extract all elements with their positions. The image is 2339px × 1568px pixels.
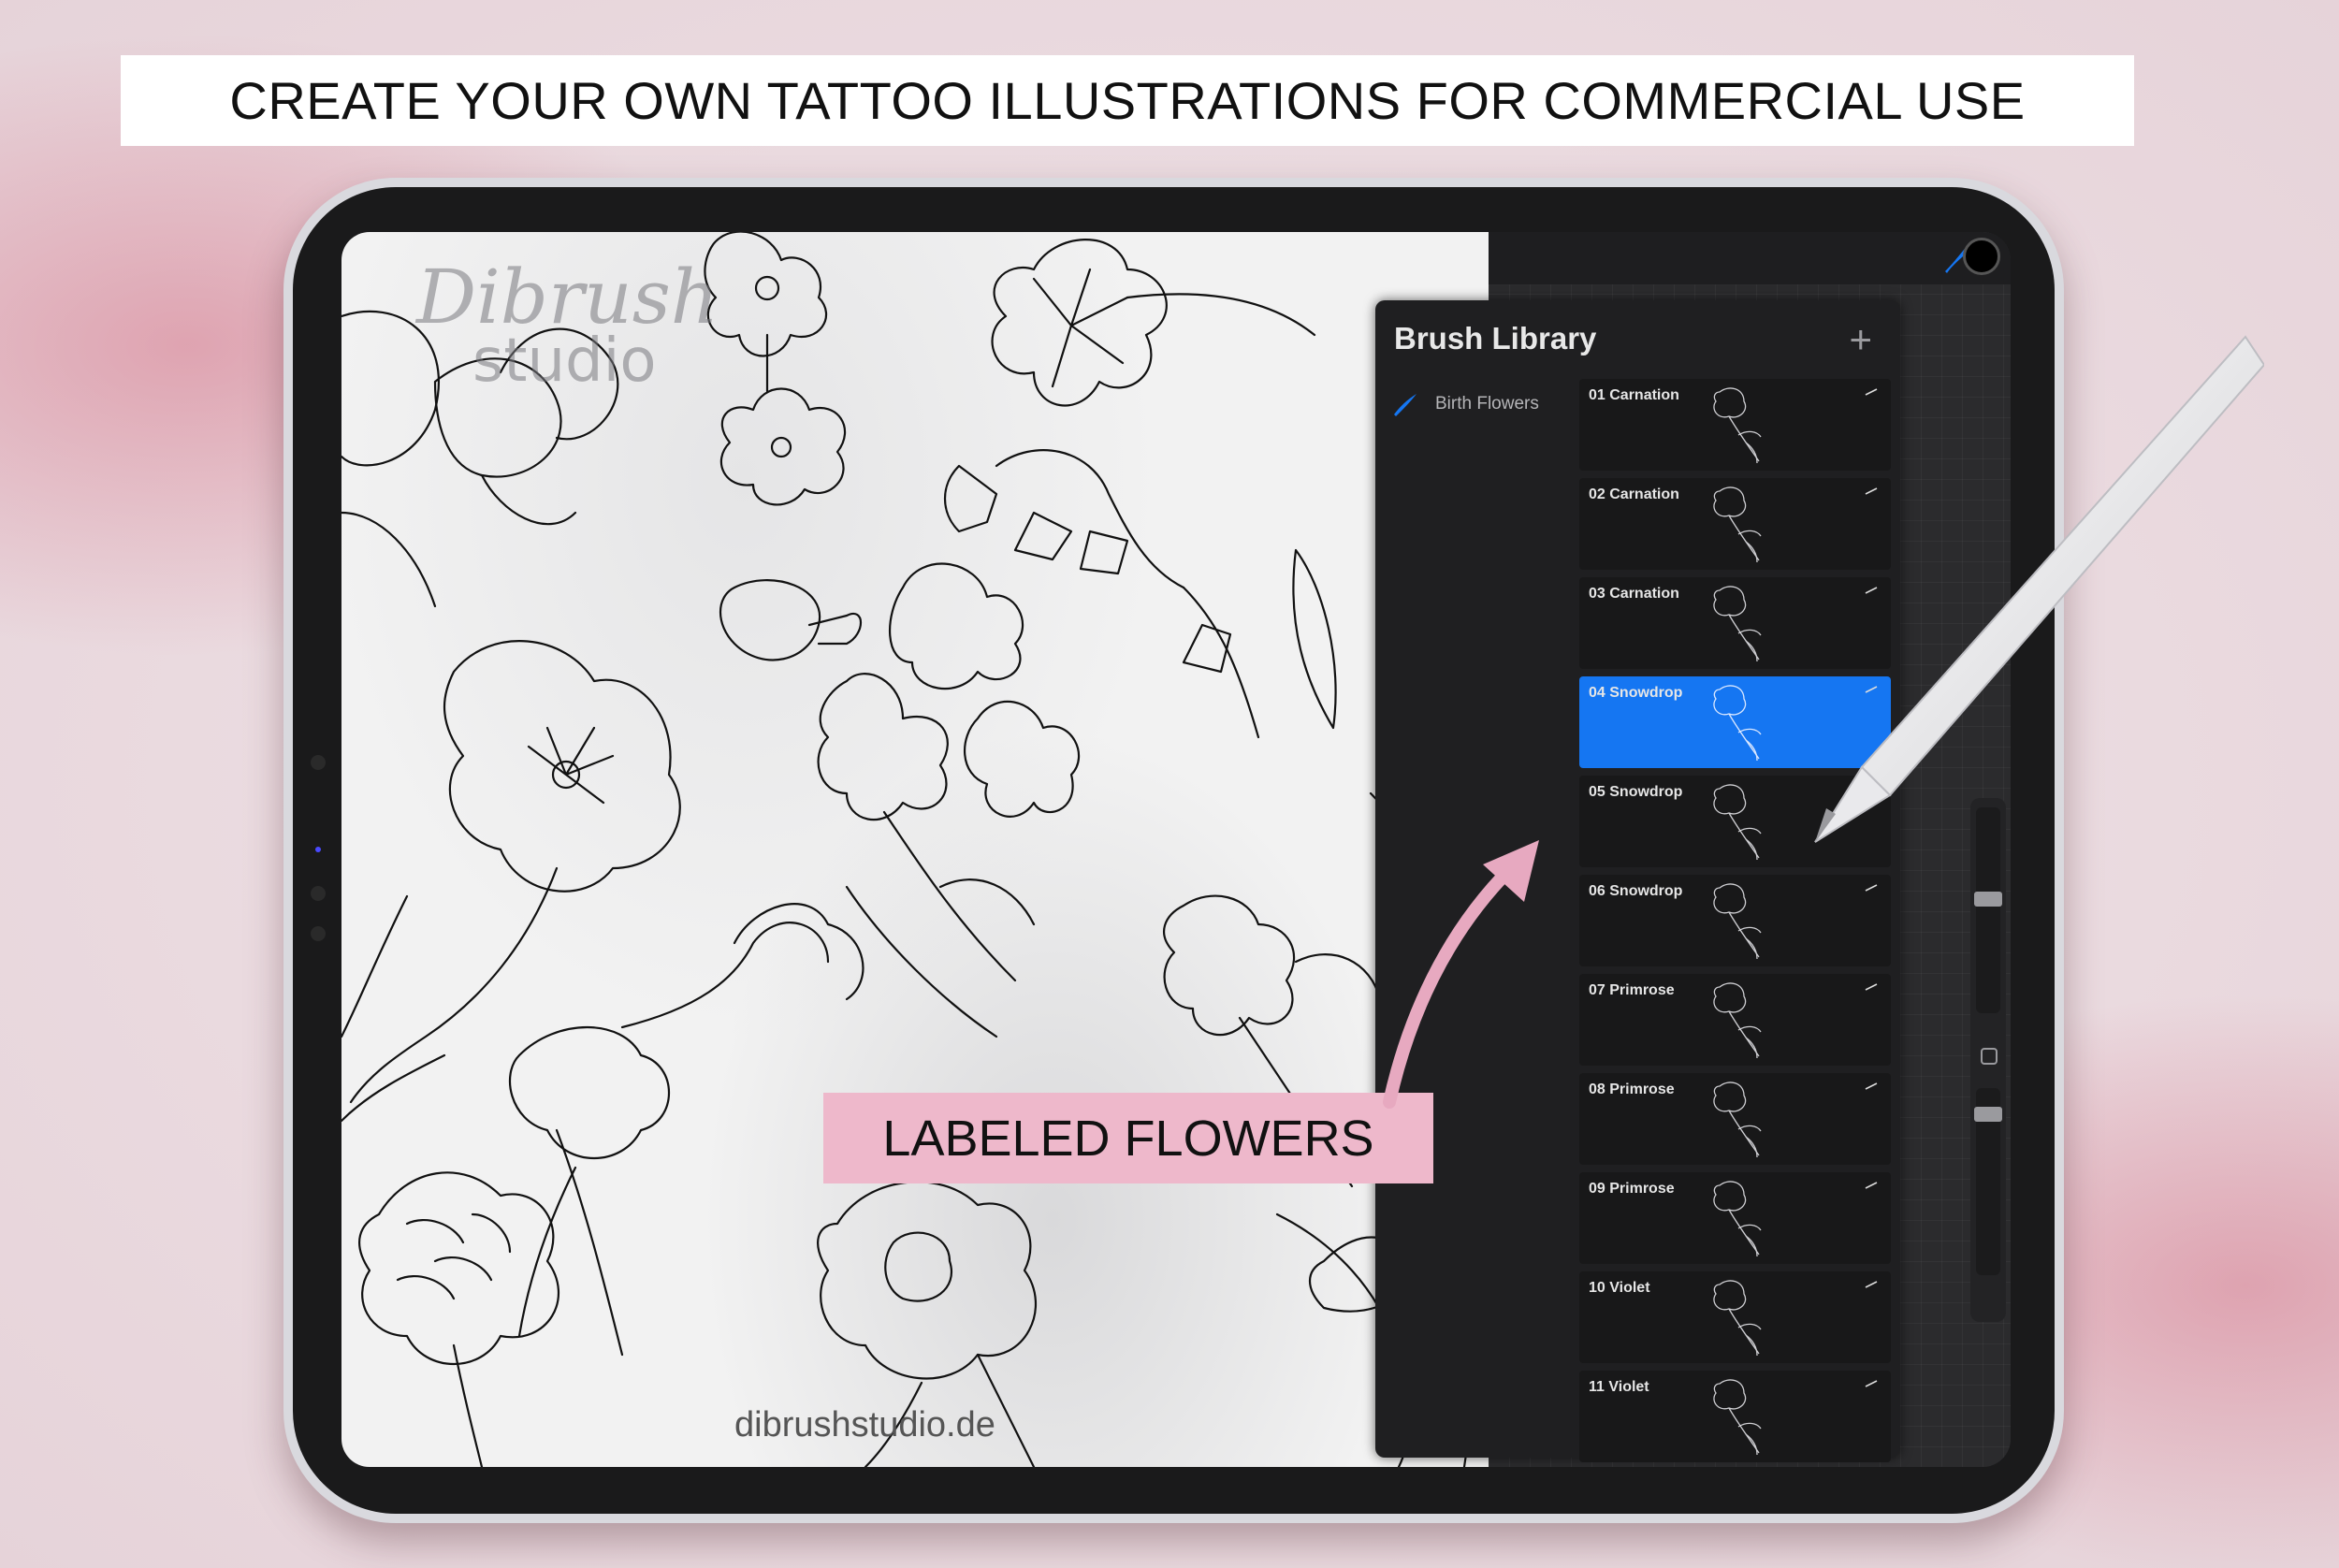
flower-illustrations [341,232,1481,1467]
color-picker-swatch[interactable] [1963,238,2000,275]
brush-item[interactable]: 10 Violet [1579,1271,1891,1363]
brand-watermark: Dibrush studio [416,260,719,399]
brush-name: 10 Violet [1589,1280,1650,1296]
stroke-indicator-icon [1865,1182,1878,1189]
brush-preview-icon [1713,883,1762,960]
brush-item[interactable]: 09 Primrose [1579,1172,1891,1264]
website-label: dibrushstudio.de [734,1405,995,1445]
brush-name: 03 Carnation [1589,586,1679,602]
ipad-screen: Dibrush studio dibrushstudio.de Brush Li [341,232,2011,1467]
brush-preview-icon [1713,982,1762,1059]
brush-preview-icon [1713,1379,1762,1456]
apple-pencil-icon [1814,335,2264,843]
panel-title: Brush Library [1394,321,1597,356]
brush-preview-icon [1713,1181,1762,1257]
brush-preview-icon [1713,1280,1762,1357]
brush-set-icon [1394,394,1416,416]
stroke-indicator-icon [1865,884,1878,892]
brush-name: 08 Primrose [1589,1082,1675,1097]
brush-name: 09 Primrose [1589,1181,1675,1197]
side-sliders[interactable] [1970,798,2006,1322]
labeled-flowers-callout: LABELED FLOWERS [823,1093,1433,1183]
brush-set-birth-flowers[interactable]: Birth Flowers [1390,390,1539,418]
drawing-canvas[interactable]: Dibrush studio dibrushstudio.de [341,232,1489,1467]
stroke-indicator-icon [1865,1082,1878,1090]
brush-item[interactable]: 07 Primrose [1579,974,1891,1066]
brush-name: 05 Snowdrop [1589,784,1683,800]
brush-item[interactable]: 06 Snowdrop [1579,875,1891,966]
brush-set-label: Birth Flowers [1435,394,1539,414]
callout-arrow-icon [1383,840,1539,1109]
stroke-indicator-icon [1865,1281,1878,1288]
camera-dots [299,748,337,996]
brush-name: 11 Violet [1589,1379,1649,1395]
brush-name: 04 Snowdrop [1589,685,1683,701]
headline-banner: CREATE YOUR OWN TATTOO ILLUSTRATIONS FOR… [121,55,2134,146]
headline-text: CREATE YOUR OWN TATTOO ILLUSTRATIONS FOR… [229,71,2026,130]
brush-name: 02 Carnation [1589,486,1679,502]
brush-name: 01 Carnation [1589,387,1679,403]
brush-name: 06 Snowdrop [1589,883,1683,899]
brush-item[interactable]: 11 Violet [1579,1371,1891,1462]
callout-text: LABELED FLOWERS [882,1110,1374,1167]
stroke-indicator-icon [1865,1380,1878,1387]
brush-name: 07 Primrose [1589,982,1675,998]
stroke-indicator-icon [1865,983,1878,991]
top-toolbar [1489,232,2011,284]
brush-item[interactable]: 08 Primrose [1579,1073,1891,1165]
brush-preview-icon [1713,1082,1762,1158]
